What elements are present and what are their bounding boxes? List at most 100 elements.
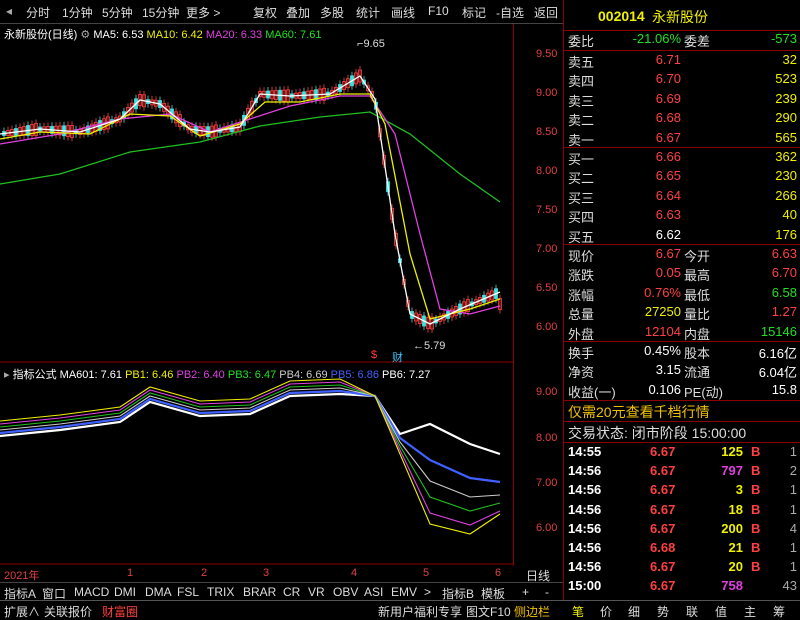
indicator-legend: ▸ 指标公式 MA601: 7.61 PB1: 6.46 PB2: 6.40 P… (4, 366, 430, 382)
stock-header: 002014 永新股份 (564, 0, 800, 30)
tab-zhi[interactable]: 值 (715, 603, 727, 620)
kline-chart-area[interactable]: 永新股份(日线) ⚙ MA5: 6.53 MA10: 6.42 MA20: 6.… (0, 24, 513, 582)
remove-pane-button[interactable]: - (545, 585, 549, 599)
indicator-menu-icon: ▸ (4, 369, 10, 381)
indicator-tabs: 指标A 窗口 MACD DMI DMA FSL TRIX BRAR CR VR … (0, 582, 563, 601)
tab-trix[interactable]: TRIX (207, 585, 234, 599)
pb5-label: PB5: 6.86 (330, 369, 379, 381)
tab-fsl[interactable]: FSL (177, 585, 199, 599)
kline-svg (0, 66, 513, 565)
time-month-5: 5 (423, 567, 430, 579)
indicator-title: 指标公式 (12, 369, 57, 381)
wealth-circle-button[interactable]: 财富圈 (102, 603, 138, 620)
ask-row: 卖四 6.70 523 (568, 71, 797, 90)
stat-row: 涨幅 0.76% 最低 6.58 (568, 284, 797, 303)
biaoji-button[interactable]: 标记 (462, 4, 486, 21)
tab-brar[interactable]: BRAR (243, 585, 276, 599)
tab-zhu[interactable]: 主 (744, 603, 756, 620)
stat-row: 涨跌 0.05 最高 6.70 (568, 265, 797, 284)
dividend-marker[interactable]: $ (371, 349, 377, 361)
tab-dma[interactable]: DMA (145, 585, 172, 599)
tab-macd[interactable]: MACD (74, 585, 109, 599)
y-tick: 6.00 (536, 321, 558, 333)
low-marker: ←5.79 (413, 340, 446, 352)
tab-bi[interactable]: 笔 (572, 603, 584, 620)
y-tick: 9.00 (536, 386, 558, 398)
tab-more[interactable]: 更多 > (186, 4, 220, 21)
bid-row: 买一 6.66 362 (568, 149, 797, 167)
ma60-line (0, 111, 501, 203)
back-button[interactable]: 返回 (534, 4, 558, 21)
tab-vr[interactable]: VR (308, 585, 325, 599)
tab-xi[interactable]: 细 (628, 603, 640, 620)
ma10-line (0, 93, 501, 320)
y-tick: 8.00 (536, 165, 558, 177)
tab-shi[interactable]: 势 (657, 603, 669, 620)
time-year: 2021年 (4, 570, 40, 582)
indicator-line (0, 381, 501, 526)
tick-row: 14:56 6.67 200 B 4 (568, 520, 797, 536)
stock-code: 002014 (598, 8, 645, 24)
time-month-4: 4 (351, 567, 358, 579)
time-month-2: 2 (201, 567, 208, 579)
sidebar-button[interactable]: 侧边栏 (514, 603, 550, 620)
tick-row: 14:56 6.67 18 B 1 (568, 501, 797, 517)
tongji-button[interactable]: 统计 (356, 4, 380, 21)
tab-emv[interactable]: EMV (391, 585, 417, 599)
tab-5min[interactable]: 5分钟 (102, 4, 133, 21)
stat2-row: 换手 0.45% 股本 6.16亿 (568, 343, 797, 361)
ask-row: 卖二 6.68 290 (568, 110, 797, 129)
tab-fenshi[interactable]: 分时 (26, 4, 50, 21)
tab-more-indicators[interactable]: > (424, 585, 431, 599)
tab-cr[interactable]: CR (283, 585, 300, 599)
period-toolbar: ◂ 分时 1分钟 5分钟 15分钟 更多 > 复权 叠加 多股 统计 画线 F1… (0, 0, 563, 24)
ask-row: 卖三 6.69 239 (568, 90, 797, 109)
toolbar-scroll-left-icon[interactable]: ◂ (6, 4, 12, 18)
bid-row: 买二 6.65 230 (568, 168, 797, 187)
tab-15min[interactable]: 15分钟 (142, 4, 179, 21)
fuquan-button[interactable]: 复权 (253, 4, 277, 21)
quote-panel: 002014 永新股份 委比 -21.06% 委差 -573 卖五 6.71 32 卖四 6… (563, 0, 800, 600)
y-tick: 9.00 (536, 87, 558, 99)
zixuan-button[interactable]: -自选 (496, 4, 524, 21)
tab-obv[interactable]: OBV (333, 585, 358, 599)
time-month-3: 3 (263, 567, 270, 579)
y-tick: 8.50 (536, 126, 558, 138)
finance-marker[interactable]: 财 (392, 349, 403, 365)
related-quotes-button[interactable]: 关联报价 (44, 603, 92, 620)
expand-button[interactable]: 扩展∧ (4, 603, 40, 620)
tick-row: 14:56 6.67 797 B 2 (568, 463, 797, 479)
tab-dmi[interactable]: DMI (114, 585, 136, 599)
time-month-6: 6 (495, 567, 502, 579)
status-bar: 扩展∧ 关联报价 财富圈 新用户福利专享 图文F10 侧边栏 笔 价 细 势 联… (0, 600, 800, 620)
tick-row: 14:56 6.68 21 B 1 (568, 540, 797, 555)
indicator-line (0, 384, 501, 512)
price-axis: 9.50 9.00 8.50 8.00 7.50 7.00 6.50 6.00 … (513, 24, 563, 583)
f10-graphic-button[interactable]: 图文F10 (466, 603, 511, 620)
tab-chou[interactable]: 筹 (773, 603, 785, 620)
ma601-label: MA601: 7.61 (59, 369, 123, 381)
indicator-lines (0, 378, 501, 535)
pb3-label: PB3: 6.47 (227, 369, 277, 381)
tab-lian[interactable]: 联 (686, 603, 698, 620)
depth-promo[interactable]: 仅需20元查看千档行情 (568, 402, 710, 422)
stat-row: 总量 27250 量比 1.27 (568, 304, 797, 323)
pb1-label: PB1: 6.46 (125, 369, 174, 381)
tab-asi[interactable]: ASI (364, 585, 383, 599)
diejia-button[interactable]: 叠加 (286, 4, 310, 21)
tab-1min[interactable]: 1分钟 (62, 4, 93, 21)
huaxian-button[interactable]: 画线 (391, 4, 415, 21)
tick-row: 14:56 6.67 20 B 1 (568, 559, 797, 575)
y-tick: 7.50 (536, 204, 558, 216)
bid-row: 买四 6.63 40 (568, 207, 797, 226)
pb2-label: PB2: 6.40 (176, 369, 225, 381)
tab-jia[interactable]: 价 (600, 603, 612, 620)
f10-button[interactable]: F10 (428, 4, 449, 18)
add-pane-button[interactable]: + (522, 585, 529, 599)
tick-row: 15:00 6.67 758 43 (568, 578, 797, 594)
high-marker: ⌐9.65 (357, 38, 385, 50)
y-tick: 7.00 (536, 243, 558, 255)
tick-row: 14:56 6.67 3 B 1 (568, 482, 797, 498)
duogu-button[interactable]: 多股 (320, 4, 344, 21)
promo-link[interactable]: 新用户福利专享 (378, 603, 462, 620)
